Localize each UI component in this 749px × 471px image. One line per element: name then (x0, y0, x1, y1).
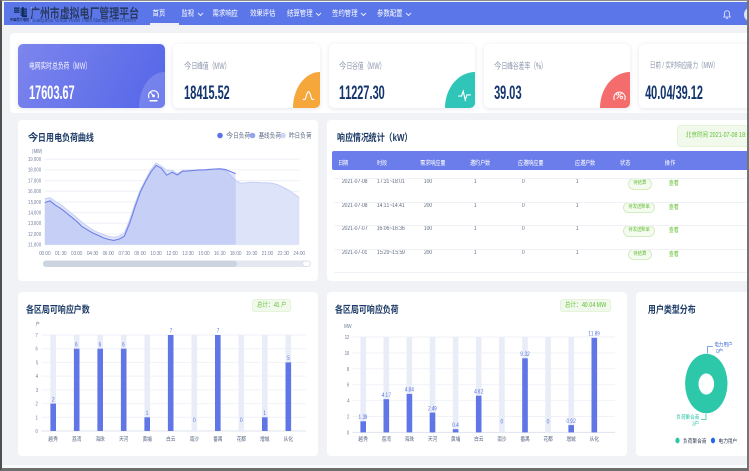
svg-text:14,000: 14,000 (28, 210, 42, 216)
svg-text:24:00: 24:00 (293, 251, 306, 257)
svg-text:11.89: 11.89 (588, 332, 600, 338)
svg-text:花都: 花都 (236, 435, 247, 443)
svg-text:15:00: 15:00 (198, 251, 210, 257)
svg-text:南沙: 南沙 (497, 436, 507, 443)
svg-text:昨日负荷: 昨日负荷 (289, 131, 312, 140)
svg-text:12: 12 (345, 335, 350, 341)
svg-text:6: 6 (99, 342, 102, 348)
svg-text:18:00: 18:00 (230, 251, 242, 257)
svg-text:03:00: 03:00 (71, 251, 83, 257)
svg-text:4: 4 (36, 374, 40, 380)
svg-text:3户: 3户 (692, 420, 699, 428)
svg-text:0.4: 0.4 (452, 423, 460, 429)
svg-text:9.32: 9.32 (520, 352, 530, 358)
svg-text:海珠: 海珠 (95, 435, 106, 443)
svg-text:13:30: 13:30 (182, 251, 194, 257)
svg-text:7: 7 (216, 329, 219, 335)
svg-text:21:00: 21:00 (261, 251, 274, 257)
svg-text:4.17: 4.17 (382, 393, 392, 399)
svg-text:4.84: 4.84 (405, 388, 416, 394)
svg-text:基线负荷: 基线负荷 (258, 131, 282, 140)
svg-text:2: 2 (347, 415, 350, 421)
svg-text:4.62: 4.62 (474, 389, 484, 395)
svg-text:0: 0 (501, 419, 504, 425)
svg-text:5: 5 (287, 356, 290, 362)
svg-text:黄埔: 黄埔 (451, 436, 461, 443)
svg-text:天河: 天河 (427, 435, 438, 443)
svg-text:白云: 白云 (474, 435, 484, 443)
svg-text:越秀: 越秀 (358, 435, 369, 443)
svg-text:2.49: 2.49 (427, 406, 438, 412)
svg-text:(MW): (MW) (32, 149, 42, 155)
svg-text:0.92: 0.92 (567, 419, 577, 425)
svg-text:06:00: 06:00 (103, 251, 115, 257)
svg-text:番禺: 番禺 (519, 435, 530, 443)
svg-text:00:00: 00:00 (39, 251, 51, 257)
svg-text:户: 户 (35, 320, 40, 328)
svg-text:07:30: 07:30 (119, 251, 131, 257)
svg-text:1.39: 1.39 (359, 415, 369, 421)
svg-text:19:30: 19:30 (246, 251, 258, 257)
svg-text:MW: MW (344, 324, 353, 330)
svg-text:白云: 白云 (166, 435, 176, 443)
svg-text:15,000: 15,000 (28, 200, 42, 206)
svg-text:01:30: 01:30 (55, 251, 67, 257)
svg-text:11,000: 11,000 (28, 243, 42, 249)
svg-text:09:00: 09:00 (135, 251, 147, 257)
svg-text:16,000: 16,000 (28, 189, 42, 195)
svg-text:4: 4 (347, 399, 351, 405)
svg-text:黄埔: 黄埔 (143, 436, 153, 443)
svg-text:04:30: 04:30 (87, 251, 99, 257)
svg-text:19,000: 19,000 (28, 157, 42, 163)
svg-text:12:00: 12:00 (166, 251, 178, 257)
svg-text:从化: 从化 (590, 435, 600, 443)
svg-text:5: 5 (36, 360, 39, 366)
svg-text:1: 1 (36, 415, 39, 421)
svg-text:10:30: 10:30 (150, 251, 162, 257)
svg-text:增城: 增城 (566, 435, 577, 443)
svg-text:负荷聚合商: 负荷聚合商 (676, 413, 699, 421)
svg-text:南沙: 南沙 (190, 436, 200, 443)
svg-text:0: 0 (36, 429, 39, 435)
svg-text:天河: 天河 (118, 435, 129, 443)
svg-text:增城: 增城 (259, 435, 270, 443)
svg-text:从化: 从化 (284, 435, 294, 443)
svg-text:荔湾: 荔湾 (381, 435, 392, 443)
svg-text:电力用户: 电力用户 (714, 341, 732, 349)
svg-text:3: 3 (36, 388, 39, 394)
svg-text:6: 6 (75, 342, 78, 348)
svg-text:22:30: 22:30 (277, 251, 290, 257)
svg-text:10: 10 (345, 351, 350, 357)
svg-text:0: 0 (240, 418, 243, 424)
svg-text:2: 2 (36, 402, 39, 408)
svg-text:荔湾: 荔湾 (71, 435, 82, 443)
svg-text:2: 2 (51, 397, 55, 403)
svg-text:负荷聚合商: 负荷聚合商 (683, 437, 707, 445)
svg-text:13,000: 13,000 (28, 221, 42, 227)
svg-text:16:30: 16:30 (214, 251, 226, 257)
svg-text:1: 1 (263, 411, 266, 417)
svg-text:0户: 0户 (716, 347, 723, 355)
svg-text:今日负荷: 今日负荷 (226, 131, 250, 140)
svg-text:7: 7 (169, 329, 172, 335)
svg-text:花都: 花都 (542, 435, 553, 443)
svg-text:0: 0 (193, 418, 196, 424)
svg-text:海珠: 海珠 (404, 435, 415, 443)
svg-text:12,000: 12,000 (28, 232, 42, 238)
svg-text:6: 6 (347, 383, 350, 389)
svg-text:6: 6 (122, 342, 125, 348)
svg-text:7: 7 (35, 333, 38, 339)
svg-text:8: 8 (347, 367, 350, 373)
svg-text:0: 0 (547, 419, 550, 425)
svg-text:越秀: 越秀 (48, 435, 59, 443)
svg-text:0: 0 (347, 430, 350, 436)
svg-text:番禺: 番禺 (212, 435, 223, 443)
svg-text:18,000: 18,000 (28, 168, 42, 174)
svg-text:17,000: 17,000 (28, 178, 42, 184)
svg-text:1: 1 (146, 411, 149, 417)
svg-text:6: 6 (36, 347, 39, 353)
svg-text:电力用户: 电力用户 (719, 438, 738, 445)
